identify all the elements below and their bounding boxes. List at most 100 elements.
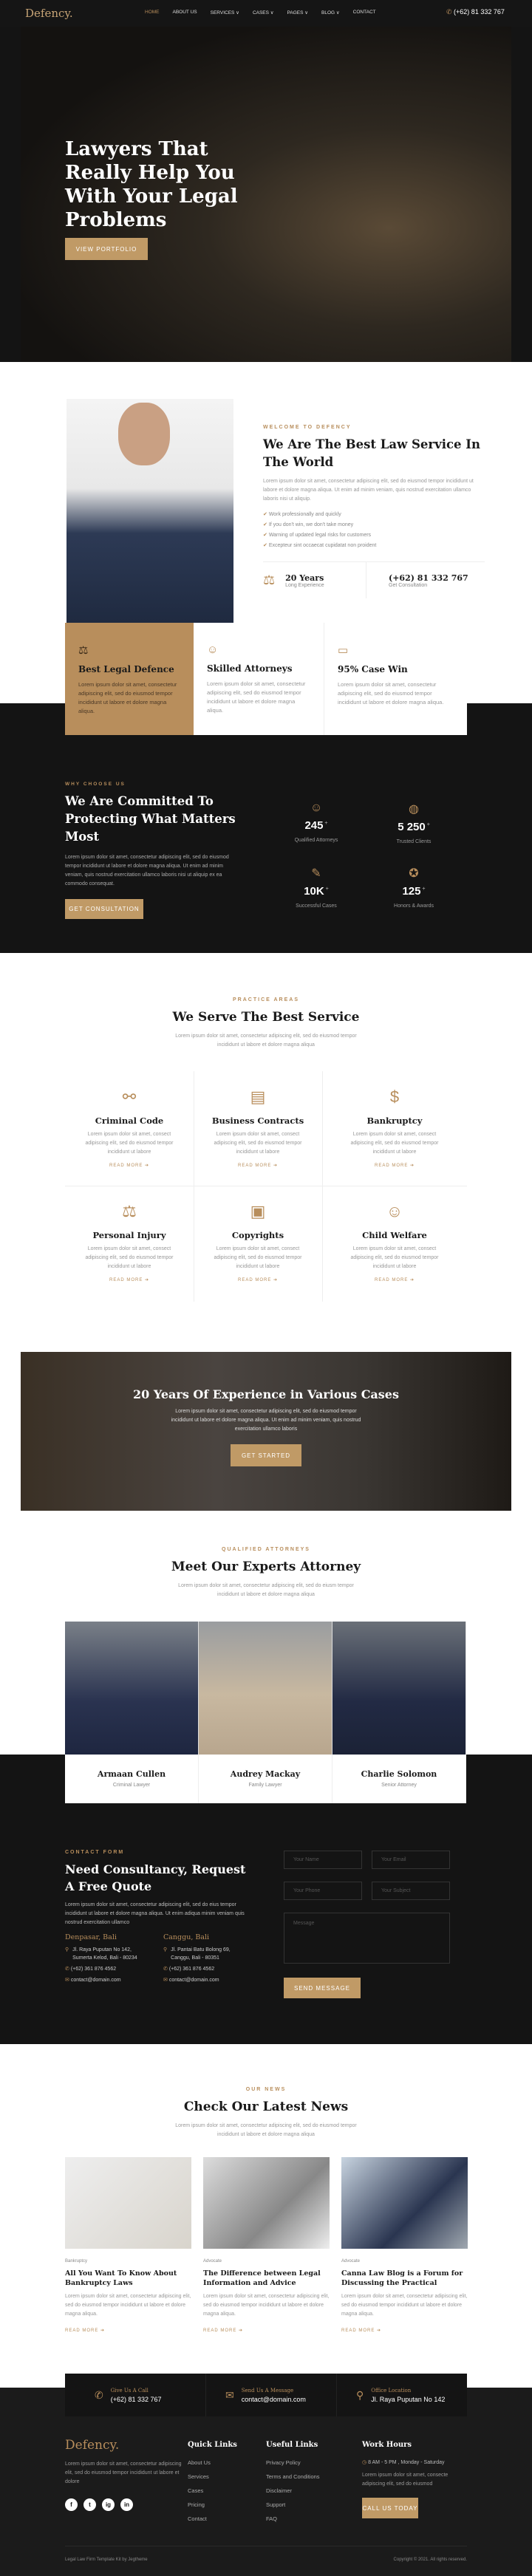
footer-link[interactable]: Disclaimer [266,2487,320,2494]
contact-bar-value: Jl. Raya Puputan No 142 [371,2395,446,2403]
footer-link[interactable]: Privacy Policy [266,2459,320,2466]
get-consultation-button[interactable]: GET CONSULTATION [65,899,143,919]
check-item: ✔ Warning of updated legal risks for cus… [263,533,372,538]
stat: ✪ 125 + Honors & Awards [377,866,451,911]
news-kicker: OUR NEWS [245,2087,287,2092]
team-title: Meet Our Experts Attorney [171,1559,361,1574]
send-message-button[interactable]: SEND MESSAGE [284,1978,361,1998]
practice-item: ▣ Copyrights Lorem ipsum dolor sit amet,… [194,1202,322,1282]
phone-icon: ✆ [446,8,454,16]
nav-pages[interactable]: PAGES ∨ [287,10,308,16]
footer-link[interactable]: Cases [188,2487,237,2494]
footer-about: Lorem ipsum dolor sit amet, consectetur … [65,2461,182,2484]
read-more-link[interactable]: READ MORE ➔ [203,2328,330,2333]
news-excerpt: Lorem ipsum dolor sit amet, consectetur … [203,2294,330,2317]
attorney-card[interactable]: Charlie Solomon Senior Attorney [332,1755,466,1803]
news-image[interactable] [203,2157,330,2249]
practice-item-text: Lorem ipsum dolor sit amet, consect adip… [350,1132,439,1155]
news-excerpt: Lorem ipsum dolor sit amet, consectetur … [341,2294,468,2317]
news-title[interactable]: The Difference between Legal Information… [203,2269,330,2288]
check-item: ✔ Excepteur sint occaecat cupidatat non … [263,543,377,548]
law-book-icon: ▣ [250,1202,266,1220]
view-portfolio-button[interactable]: VIEW PORTFOLIO [65,238,148,260]
feature-title: Best Legal Defence [78,664,174,674]
office: Canggu, Bali ⚲ Jl. Pantai Batu Bolong 69,… [163,1933,250,1984]
news-excerpt: Lorem ipsum dolor sit amet, consectetur … [65,2294,191,2317]
email-input[interactable]: Your Email [372,1851,450,1869]
instagram-icon[interactable]: ig [102,2498,115,2511]
mail-icon: ✉ [65,1978,71,1983]
attorney-photo [332,1622,466,1755]
location-icon: ⚲ [356,2388,364,2401]
nav-home[interactable]: HOME [145,10,160,16]
twitter-icon[interactable]: t [83,2498,96,2511]
consult-phone[interactable]: (+62) 81 332 767 [389,573,468,583]
logo[interactable]: Defency. [25,7,73,20]
check-icon: ✔ [263,543,269,548]
footer-link[interactable]: About Us [188,2459,237,2466]
scales-icon: ⚖ [263,573,276,587]
briefcase-icon: ▭ [338,644,349,657]
read-more-link[interactable]: READ MORE ➔ [194,1277,322,1282]
footer-logo[interactable]: Defency. [65,2438,191,2453]
practice-item-text: Lorem ipsum dolor sit amet, consect adip… [350,1246,439,1269]
subject-input[interactable]: Your Subject [372,1882,450,1900]
why-title: We Are Committed To Protecting What Matt… [65,794,236,844]
child-icon: ☺ [386,1202,403,1220]
cta-text: Lorem ipsum dolor sit amet, consectetur … [171,1409,361,1432]
news-title[interactable]: All You Want To Know About Bankruptcy La… [65,2269,191,2288]
message-textarea[interactable]: Message [284,1913,450,1964]
nav-contact[interactable]: CONTACT [353,10,376,16]
footer-link[interactable]: Contact [188,2515,237,2522]
get-started-button[interactable]: GET STARTED [231,1444,301,1466]
office-phone: (+62) 361 876 4562 [168,1967,215,1972]
nav-blog[interactable]: BLOG ∨ [321,10,340,16]
read-more-link[interactable]: READ MORE ➔ [322,1163,467,1168]
contact-bar-item[interactable]: ✉ Send Us A Message contact@domain.com [205,2374,336,2416]
footer-copyright: Copyright © 2021. All rights reserved. [393,2558,467,2562]
name-input[interactable]: Your Name [284,1851,362,1869]
footer-link[interactable]: Support [266,2501,320,2508]
read-more-link[interactable]: READ MORE ➔ [341,2328,468,2333]
news-category[interactable]: Bankruptcy [65,2259,191,2264]
attorney-card[interactable]: Audrey Mackay Family Lawyer [199,1755,332,1803]
footer-link[interactable]: Services [188,2473,237,2480]
news-image[interactable] [65,2157,191,2249]
footer-link[interactable]: Terms and Conditions [266,2473,320,2480]
footer-link[interactable]: FAQ [266,2515,320,2522]
feature-text: Lorem ipsum dolor sit amet, consectetur … [338,681,444,706]
nav-about[interactable]: ABOUT US [173,10,197,16]
footer-link[interactable]: Pricing [188,2501,237,2508]
practice-title: We Serve The Best Service [172,1010,360,1025]
facebook-icon[interactable]: f [65,2498,78,2511]
contact-bar-item[interactable]: ⚲ Office Location Jl. Raya Puputan No 142 [336,2374,467,2416]
read-more-link[interactable]: READ MORE ➔ [194,1163,322,1168]
phone-input[interactable]: Your Phone [284,1882,362,1900]
read-more-link[interactable]: READ MORE ➔ [322,1277,467,1282]
phone-icon: ✆ [65,1967,71,1972]
practice-item: $ Bankruptcy Lorem ipsum dolor sit amet,… [322,1087,467,1168]
practice-item-text: Lorem ipsum dolor sit amet, consect adip… [85,1246,174,1269]
location-icon: ⚲ [65,1947,69,1953]
years-label: Long Experience [285,582,324,588]
news-category[interactable]: Advocate [341,2259,468,2264]
linkedin-icon[interactable]: in [120,2498,133,2511]
why-content: WHY CHOOSE US We Are Committed To Protec… [65,782,242,919]
about-checklist: ✔ Work professionally and quickly ✔ If y… [263,510,485,551]
header-phone[interactable]: ✆ (+62) 81 332 767 [446,8,505,16]
read-more-link[interactable]: READ MORE ➔ [65,2328,191,2333]
cta-banner: 20 Years Of Experience in Various Cases … [21,1352,511,1511]
nav-services[interactable]: SERVICES ∨ [211,10,239,16]
read-more-link[interactable]: READ MORE ➔ [65,1277,194,1282]
call-us-today-button[interactable]: CALL US TODAY [362,2498,418,2518]
nav-cases[interactable]: CASES ∨ [253,10,274,16]
stat: ☺ 245 + Qualified Attorneys [279,802,353,845]
attorney-card[interactable]: Armaan Cullen Criminal Lawyer [65,1755,199,1803]
news-title[interactable]: Canna Law Blog is a Forum for Discussing… [341,2269,468,2288]
about-content: WELCOME TO DEFENCY We Are The Best Law S… [263,425,485,598]
read-more-link[interactable]: READ MORE ➔ [65,1163,194,1168]
practice-item-text: Lorem ipsum dolor sit amet, consect adip… [214,1246,302,1269]
news-category[interactable]: Advocate [203,2259,330,2264]
news-image[interactable] [341,2157,468,2249]
contact-bar-item[interactable]: ✆ Give Us A Call (+62) 81 332 767 [65,2374,205,2416]
